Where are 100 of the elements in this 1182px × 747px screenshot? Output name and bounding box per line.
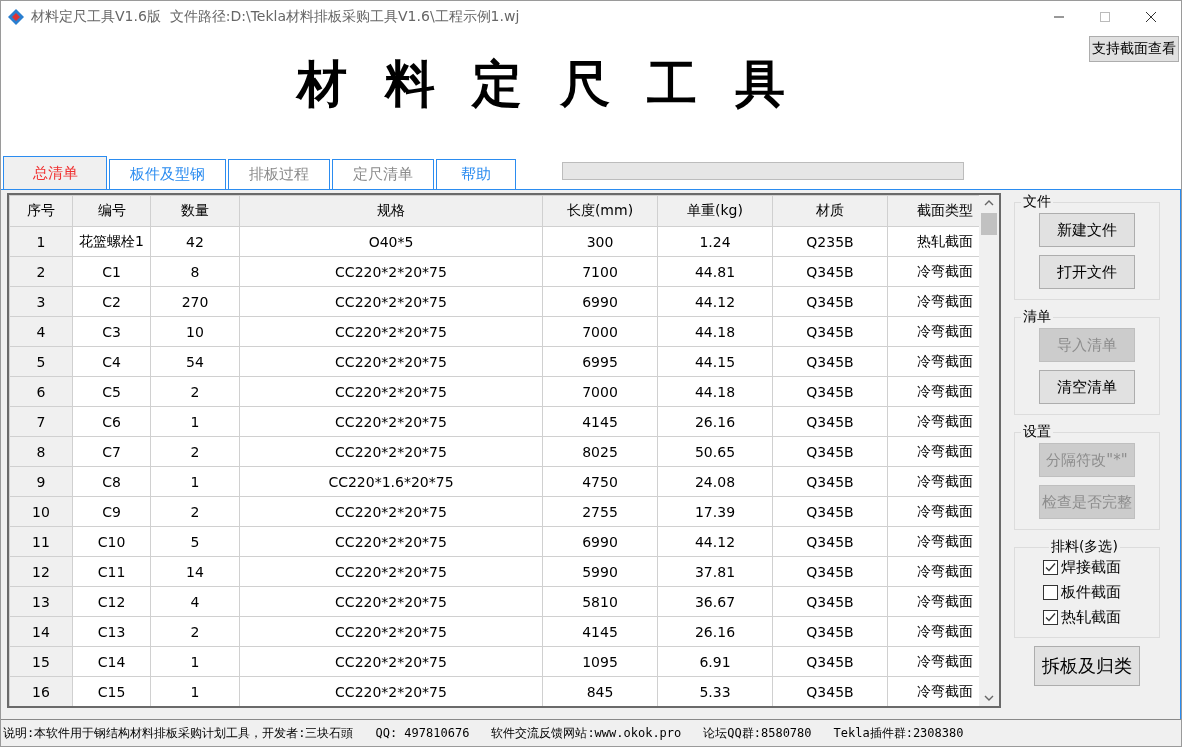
table-cell: 7000 <box>542 376 658 407</box>
table-cell: 26.16 <box>657 406 773 437</box>
scroll-thumb[interactable] <box>981 213 997 235</box>
column-header: 规格 <box>239 195 543 227</box>
status-text: Tekla插件群:2308380 <box>833 724 964 742</box>
table-cell: 50.65 <box>657 436 773 467</box>
scroll-up-icon[interactable] <box>984 199 994 207</box>
table-cell: C6 <box>72 406 151 437</box>
scroll-down-icon[interactable] <box>984 694 994 702</box>
table-cell: 7 <box>9 406 73 437</box>
table-cell: 6 <box>9 376 73 407</box>
status-text: QQ: 497810676 <box>375 726 470 740</box>
vertical-scrollbar[interactable] <box>979 195 999 706</box>
table-cell: Q345B <box>772 256 888 287</box>
column-header: 数量 <box>150 195 240 227</box>
table-cell: 1 <box>150 646 240 677</box>
table-cell: 11 <box>9 526 73 557</box>
table-cell: 10 <box>9 496 73 527</box>
checkbox[interactable] <box>1043 610 1058 625</box>
table-cell: 5810 <box>542 586 658 617</box>
table-cell: 44.12 <box>657 286 773 317</box>
table-cell: CC220*2*20*75 <box>239 556 543 587</box>
tab[interactable]: 帮助 <box>436 159 516 189</box>
group-title: 文件 <box>1022 193 1052 211</box>
table-cell: Q345B <box>772 436 888 467</box>
table-cell: 300 <box>542 226 658 257</box>
table-cell: C13 <box>72 616 151 647</box>
table-cell: CC220*1.6*20*75 <box>239 466 543 497</box>
table-cell: 26.16 <box>657 616 773 647</box>
table-cell: 44.81 <box>657 256 773 287</box>
table-cell: 12 <box>9 556 73 587</box>
section-view-button[interactable]: 支持截面查看 <box>1089 36 1179 62</box>
app-icon <box>7 8 25 26</box>
app-heading: 材 料 定 尺 工 具 <box>297 53 795 115</box>
table-cell: 4750 <box>542 466 658 497</box>
table-cell: Q345B <box>772 496 888 527</box>
table-cell: CC220*2*20*75 <box>239 316 543 347</box>
tab[interactable]: 板件及型钢 <box>109 159 226 189</box>
table-cell: C9 <box>72 496 151 527</box>
table-cell: 44.18 <box>657 316 773 347</box>
table-cell: 10 <box>150 316 240 347</box>
table-cell: 54 <box>150 346 240 377</box>
table-cell: CC220*2*20*75 <box>239 346 543 377</box>
column-header: 编号 <box>72 195 151 227</box>
table-cell: 8025 <box>542 436 658 467</box>
table-cell: Q345B <box>772 376 888 407</box>
column-header: 截面类型 <box>887 195 979 227</box>
column-header: 长度(mm) <box>542 195 658 227</box>
checkbox[interactable] <box>1043 585 1058 600</box>
column-header: 材质 <box>772 195 888 227</box>
table-cell: CC220*2*20*75 <box>239 286 543 317</box>
table-cell: 44.15 <box>657 346 773 377</box>
action-button[interactable]: 清空清单 <box>1039 370 1135 404</box>
table-cell: C1 <box>72 256 151 287</box>
table-cell: 14 <box>9 616 73 647</box>
table-cell: 8 <box>150 256 240 287</box>
table-cell: 2 <box>150 376 240 407</box>
group-title: 排料(多选) <box>1050 538 1119 556</box>
checkbox-label: 热轧截面 <box>1061 608 1121 627</box>
table-cell: CC220*2*20*75 <box>239 646 543 677</box>
table-cell: Q235B <box>772 226 888 257</box>
table-cell: 花篮螺栓1 <box>72 226 151 257</box>
table-cell: 37.81 <box>657 556 773 587</box>
checkbox[interactable] <box>1043 560 1058 575</box>
table-cell: CC220*2*20*75 <box>239 406 543 437</box>
table-cell: C3 <box>72 316 151 347</box>
action-button[interactable]: 新建文件 <box>1039 213 1135 247</box>
table-cell: 2 <box>150 436 240 467</box>
table-cell: CC220*2*20*75 <box>239 436 543 467</box>
table-cell: Q345B <box>772 286 888 317</box>
table-cell: 1095 <box>542 646 658 677</box>
table-cell: 6995 <box>542 346 658 377</box>
checkbox-label: 焊接截面 <box>1061 558 1121 577</box>
table-cell: 2 <box>150 616 240 647</box>
table-cell: 13 <box>9 586 73 617</box>
split-classify-button[interactable]: 拆板及归类 <box>1034 646 1140 686</box>
close-icon[interactable] <box>1145 11 1157 23</box>
table-cell: 6990 <box>542 286 658 317</box>
table-cell: C2 <box>72 286 151 317</box>
status-text: 论坛QQ群:8580780 <box>703 724 812 742</box>
table-cell: 9 <box>9 466 73 497</box>
table-cell: 4145 <box>542 406 658 437</box>
table-cell: 44.12 <box>657 526 773 557</box>
table-cell: 1 <box>150 466 240 497</box>
tab[interactable]: 总清单 <box>3 156 107 189</box>
table-cell: O40*5 <box>239 226 543 257</box>
table-cell: CC220*2*20*75 <box>239 496 543 527</box>
table-cell: Q345B <box>772 616 888 647</box>
table-cell: 16 <box>9 676 73 706</box>
group-title: 设置 <box>1022 423 1052 441</box>
table-cell: 6.91 <box>657 646 773 677</box>
table-cell: Q345B <box>772 466 888 497</box>
action-button[interactable]: 打开文件 <box>1039 255 1135 289</box>
group-title: 清单 <box>1022 308 1052 326</box>
column-header: 单重(kg) <box>657 195 773 227</box>
table-cell: C8 <box>72 466 151 497</box>
table-cell: 5 <box>9 346 73 377</box>
table-cell: 7100 <box>542 256 658 287</box>
checkbox-label: 板件截面 <box>1061 583 1121 602</box>
table-cell: 8 <box>9 436 73 467</box>
